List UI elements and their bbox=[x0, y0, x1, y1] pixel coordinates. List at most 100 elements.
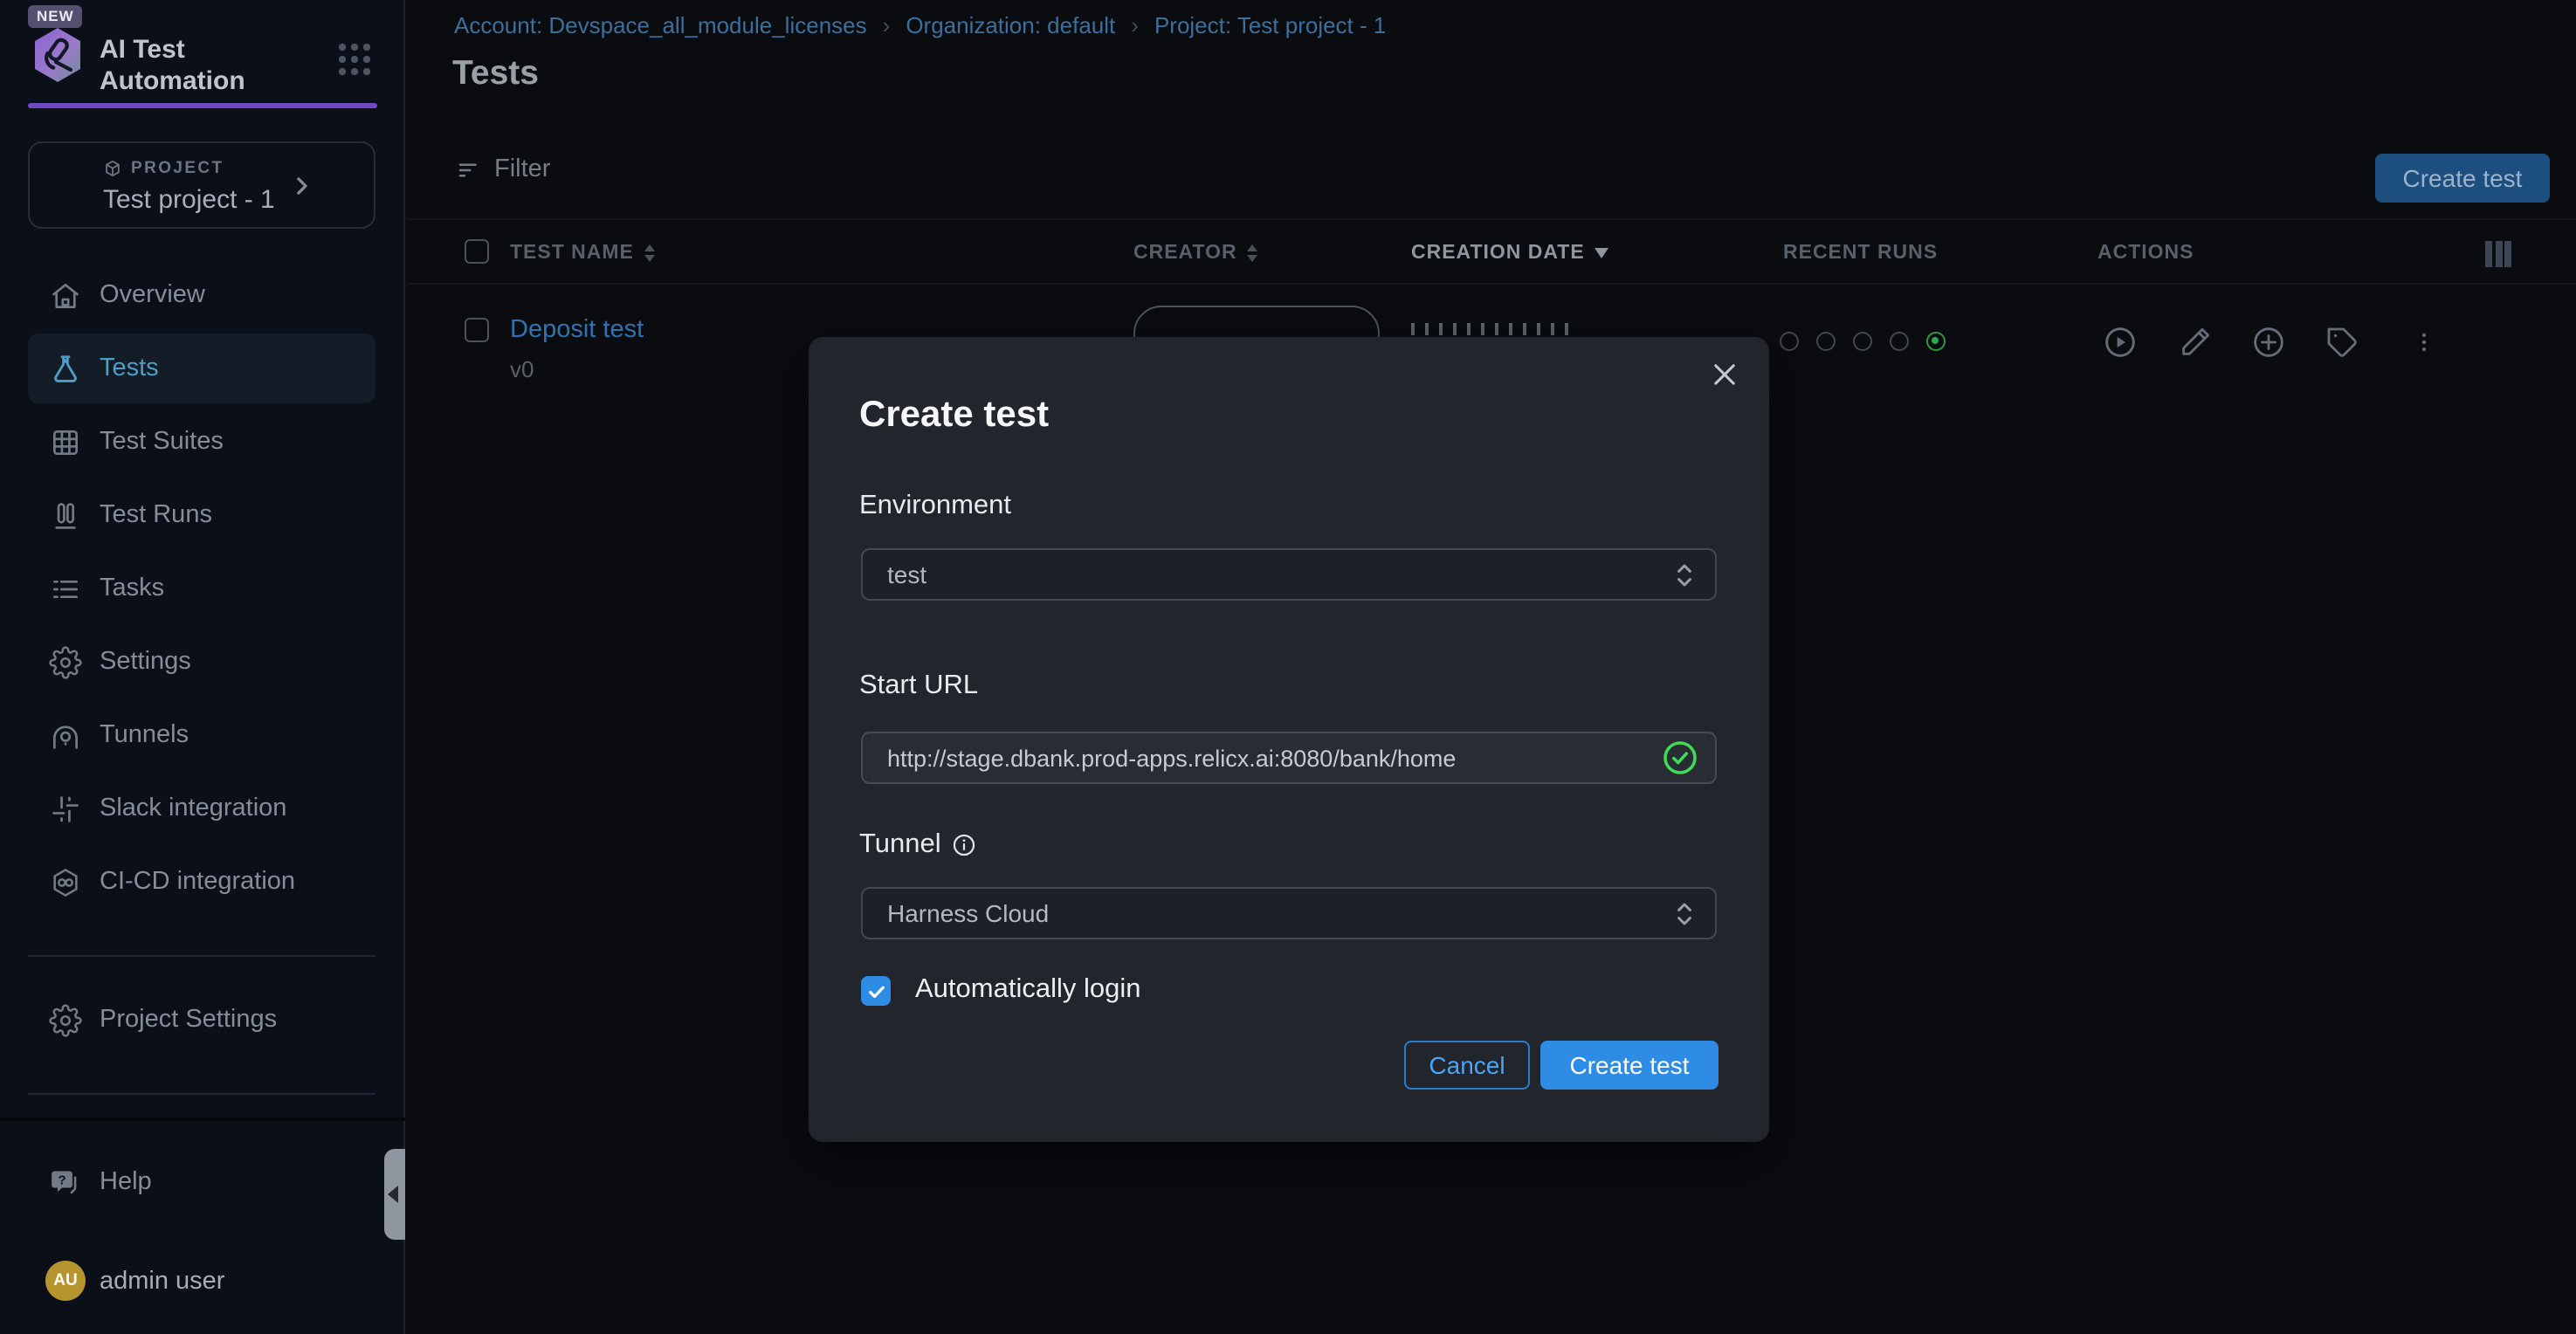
select-all-checkbox[interactable] bbox=[465, 239, 489, 264]
user-name: admin user bbox=[100, 1268, 224, 1296]
home-icon bbox=[49, 278, 82, 312]
flask-icon bbox=[49, 352, 82, 385]
project-name: Test project - 1 bbox=[103, 185, 275, 215]
tunnel-label: Tunnel bbox=[859, 829, 976, 861]
environment-value: test bbox=[887, 560, 1675, 588]
column-settings-icon[interactable] bbox=[2485, 241, 2511, 267]
sidebar-item-overview[interactable]: Overview bbox=[28, 260, 375, 330]
test-name-link[interactable]: Deposit test bbox=[510, 316, 644, 344]
chevron-up-down-icon bbox=[1675, 898, 1694, 928]
module-grid-icon[interactable] bbox=[339, 44, 369, 74]
sidebar-item-tunnels[interactable]: Tunnels bbox=[28, 700, 375, 770]
sidebar: NEW AI Test Automation bbox=[0, 0, 405, 1334]
table-header: TEST NAME CREATOR CREATION DATE RECENT R… bbox=[407, 220, 2576, 285]
user-menu[interactable]: AU admin user bbox=[0, 1248, 405, 1318]
tunnel-icon bbox=[49, 719, 82, 752]
filter-icon bbox=[456, 156, 482, 182]
chevron-right-icon bbox=[288, 173, 314, 199]
grid-icon bbox=[49, 425, 82, 458]
breadcrumb: Account: Devspace_all_module_licenses › … bbox=[454, 12, 1386, 38]
run-status-dot-passed[interactable] bbox=[1926, 332, 1946, 351]
run-status-dot[interactable] bbox=[1890, 332, 1909, 351]
sort-desc-icon bbox=[1595, 248, 1609, 258]
app-root: NEW AI Test Automation bbox=[0, 0, 2576, 1334]
gear-icon bbox=[49, 1003, 82, 1036]
breadcrumb-account-link[interactable]: Account: Devspace_all_module_licenses bbox=[454, 12, 867, 38]
column-header-test-name[interactable]: TEST NAME bbox=[510, 243, 655, 264]
more-options-icon[interactable] bbox=[2412, 325, 2436, 368]
breadcrumb-separator: › bbox=[1131, 12, 1139, 38]
breadcrumb-project-link[interactable]: Project: Test project - 1 bbox=[1154, 12, 1386, 38]
sidebar-item-tests[interactable]: Tests bbox=[28, 334, 375, 403]
toolbar: Filter Create test bbox=[407, 140, 2576, 220]
app-title: AI Test Automation bbox=[100, 35, 245, 96]
test-runs-icon bbox=[49, 499, 82, 532]
sidebar-divider bbox=[28, 955, 375, 957]
app-logo-icon bbox=[31, 26, 84, 84]
cube-icon bbox=[103, 159, 122, 178]
tunnel-value: Harness Cloud bbox=[887, 899, 1675, 927]
sidebar-item-project-settings[interactable]: Project Settings bbox=[28, 985, 375, 1055]
breadcrumb-organization-link[interactable]: Organization: default bbox=[906, 12, 1115, 38]
sidebar-divider bbox=[28, 1093, 375, 1095]
sidebar-item-help[interactable]: ? Help bbox=[28, 1147, 375, 1217]
sort-icon bbox=[1248, 244, 1258, 262]
cicd-icon bbox=[49, 865, 82, 898]
run-status-dot[interactable] bbox=[1816, 332, 1836, 351]
chevron-up-down-icon bbox=[1675, 560, 1694, 589]
sidebar-item-cicd-integration[interactable]: CI-CD integration bbox=[28, 847, 375, 917]
column-header-creation-date[interactable]: CREATION DATE bbox=[1411, 243, 1609, 264]
breadcrumb-separator: › bbox=[883, 12, 891, 38]
run-test-icon[interactable] bbox=[2103, 325, 2138, 368]
filter-button[interactable]: Filter bbox=[456, 155, 550, 183]
info-icon[interactable] bbox=[952, 833, 976, 857]
environment-label: Environment bbox=[859, 491, 1011, 522]
sidebar-item-test-suites[interactable]: Test Suites bbox=[28, 407, 375, 477]
environment-select[interactable]: test bbox=[861, 548, 1717, 601]
start-url-input[interactable]: http://stage.dbank.prod-apps.relicx.ai:8… bbox=[861, 732, 1717, 784]
dialog-title: Create test bbox=[859, 395, 1049, 437]
start-url-value: http://stage.dbank.prod-apps.relicx.ai:8… bbox=[887, 745, 1663, 771]
run-status-dot[interactable] bbox=[1780, 332, 1799, 351]
collapse-arrow-icon bbox=[388, 1186, 398, 1203]
page-title: Tests bbox=[452, 54, 539, 94]
cancel-button[interactable]: Cancel bbox=[1404, 1041, 1530, 1090]
sidebar-collapse-handle[interactable] bbox=[384, 1149, 405, 1240]
check-icon bbox=[865, 980, 886, 1001]
auto-login-label[interactable]: Automatically login bbox=[915, 974, 1140, 1006]
sidebar-item-tasks[interactable]: Tasks bbox=[28, 554, 375, 623]
run-status-dot[interactable] bbox=[1853, 332, 1872, 351]
tunnel-select[interactable]: Harness Cloud bbox=[861, 887, 1717, 939]
create-test-dialog: Create test Environment test Start URL h… bbox=[809, 337, 1769, 1142]
sidebar-section-divider bbox=[0, 1117, 405, 1121]
test-version: v0 bbox=[510, 356, 534, 382]
column-header-creator[interactable]: CREATOR bbox=[1133, 243, 1258, 264]
sort-icon bbox=[644, 244, 655, 262]
auto-login-checkbox[interactable] bbox=[861, 976, 891, 1006]
add-icon[interactable] bbox=[2251, 325, 2286, 368]
new-badge: NEW bbox=[28, 5, 83, 28]
sidebar-item-settings[interactable]: Settings bbox=[28, 627, 375, 697]
clipped-creation-date-text bbox=[1411, 323, 1572, 335]
tag-icon[interactable] bbox=[2325, 325, 2359, 368]
project-label: PROJECT bbox=[131, 159, 224, 178]
valid-check-icon bbox=[1663, 740, 1698, 775]
dialog-create-test-button[interactable]: Create test bbox=[1540, 1041, 1718, 1090]
help-icon: ? bbox=[49, 1166, 82, 1199]
slack-icon bbox=[49, 792, 82, 825]
tasks-icon bbox=[49, 572, 82, 605]
create-test-button[interactable]: Create test bbox=[2375, 154, 2550, 203]
close-icon[interactable] bbox=[1703, 353, 1745, 395]
accent-underline bbox=[28, 103, 377, 107]
svg-text:?: ? bbox=[58, 1172, 65, 1187]
avatar: AU bbox=[45, 1261, 86, 1301]
start-url-label: Start URL bbox=[859, 670, 978, 702]
column-header-actions: ACTIONS bbox=[2097, 243, 2194, 264]
column-header-recent-runs: RECENT RUNS bbox=[1783, 243, 1938, 264]
edit-icon[interactable] bbox=[2178, 325, 2213, 368]
sidebar-item-test-runs[interactable]: Test Runs bbox=[28, 480, 375, 550]
gear-icon bbox=[49, 645, 82, 678]
project-selector[interactable]: PROJECT Test project - 1 bbox=[28, 141, 375, 229]
sidebar-item-slack-integration[interactable]: Slack integration bbox=[28, 774, 375, 843]
row-checkbox[interactable] bbox=[465, 318, 489, 342]
